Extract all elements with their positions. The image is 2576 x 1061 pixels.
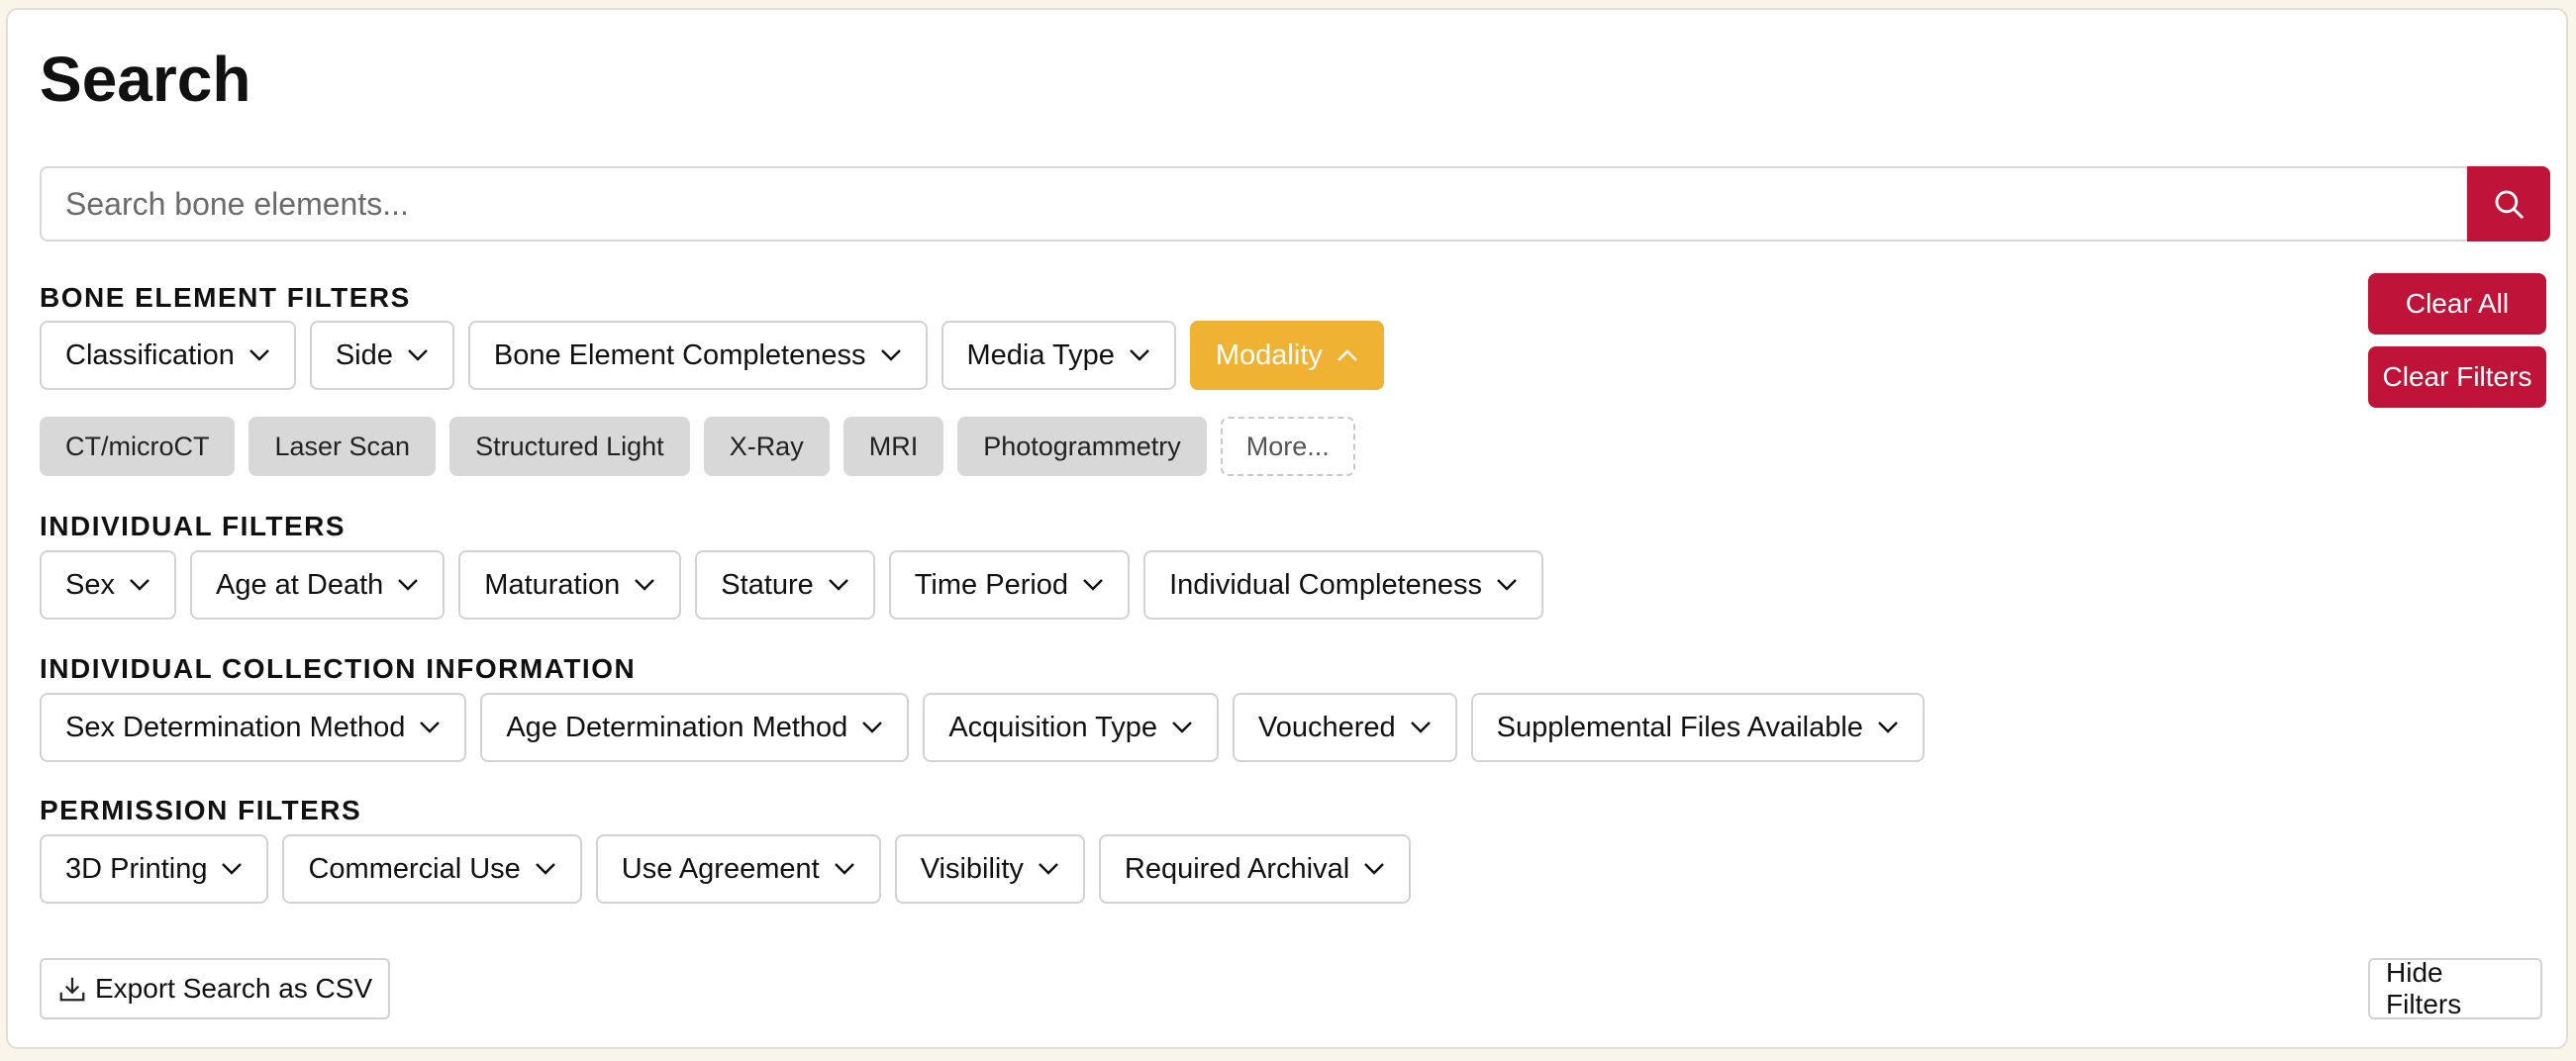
dropdown-label: Use Agreement xyxy=(621,852,820,885)
chevron-down-icon xyxy=(535,863,555,875)
dropdown-label: Age at Death xyxy=(215,568,384,601)
maturation-dropdown[interactable]: Maturation xyxy=(458,550,682,620)
vouchered-dropdown[interactable]: Vouchered xyxy=(1232,693,1457,762)
supplemental-files-dropdown[interactable]: Supplemental Files Available xyxy=(1470,693,1925,762)
use-agreement-dropdown[interactable]: Use Agreement xyxy=(595,834,881,904)
dropdown-label: Time Period xyxy=(914,568,1069,601)
clear-filters-button[interactable]: Clear Filters xyxy=(2368,346,2546,408)
modality-option-structured-light[interactable]: Structured Light xyxy=(449,417,690,476)
chevron-down-icon xyxy=(1410,722,1431,733)
chevron-down-icon xyxy=(1364,863,1385,875)
chevron-down-icon xyxy=(420,722,441,733)
sex-dropdown[interactable]: Sex xyxy=(40,550,176,620)
dropdown-label: Bone Element Completeness xyxy=(493,338,866,371)
dropdown-label: Visibility xyxy=(920,852,1024,885)
visibility-dropdown[interactable]: Visibility xyxy=(894,834,1085,904)
clear-all-button[interactable]: Clear All xyxy=(2368,273,2546,335)
search-input[interactable] xyxy=(40,166,2467,241)
modality-option-photogrammetry[interactable]: Photogrammetry xyxy=(957,417,1207,476)
dropdown-label: Maturation xyxy=(484,568,621,601)
chevron-down-icon xyxy=(130,579,149,591)
chevron-down-icon xyxy=(248,349,269,361)
3d-printing-dropdown[interactable]: 3D Printing xyxy=(40,834,269,904)
classification-dropdown[interactable]: Classification xyxy=(40,321,296,390)
dropdown-label: Media Type xyxy=(966,338,1115,371)
chevron-down-icon xyxy=(1497,579,1517,591)
modality-dropdown[interactable]: Modality xyxy=(1189,321,1384,390)
download-icon xyxy=(59,977,85,1002)
chevron-down-icon xyxy=(1083,579,1103,591)
acquisition-type-dropdown[interactable]: Acquisition Type xyxy=(923,693,1219,762)
media-type-dropdown[interactable]: Media Type xyxy=(941,321,1176,390)
chevron-down-icon xyxy=(1039,863,1058,875)
chevron-down-icon xyxy=(1878,722,1898,733)
modality-option-xray[interactable]: X-Ray xyxy=(703,417,830,476)
bone-filters-heading: BONE ELEMENT FILTERS xyxy=(40,282,411,313)
sex-determination-method-dropdown[interactable]: Sex Determination Method xyxy=(40,693,467,762)
time-period-dropdown[interactable]: Time Period xyxy=(888,550,1131,620)
chevron-down-icon xyxy=(635,579,655,591)
chevron-down-icon xyxy=(828,579,848,591)
hide-filters-button[interactable]: Hide Filters xyxy=(2368,957,2542,1019)
dropdown-label: Required Archival xyxy=(1124,852,1350,885)
chevron-down-icon xyxy=(408,349,428,361)
chevron-down-icon xyxy=(862,722,883,733)
individual-filters-heading: INDIVIDUAL FILTERS xyxy=(40,511,347,541)
dropdown-label: Sex Determination Method xyxy=(65,711,406,743)
chevron-up-icon xyxy=(1338,349,1357,361)
search-panel: Search Clear All Clear Filters BONE ELEM… xyxy=(6,8,2568,1049)
dropdown-label: Individual Completeness xyxy=(1169,568,1483,601)
search-bar xyxy=(40,166,2550,241)
dropdown-label: Vouchered xyxy=(1257,711,1396,743)
age-determination-method-dropdown[interactable]: Age Determination Method xyxy=(480,693,910,762)
individual-completeness-dropdown[interactable]: Individual Completeness xyxy=(1143,550,1544,620)
age-at-death-dropdown[interactable]: Age at Death xyxy=(189,550,446,620)
dropdown-label: Stature xyxy=(721,568,814,601)
stature-dropdown[interactable]: Stature xyxy=(695,550,875,620)
search-icon xyxy=(2495,190,2525,220)
modality-more-button[interactable]: More... xyxy=(1220,417,1355,476)
dropdown-label: Modality xyxy=(1215,338,1323,371)
collection-info-heading: INDIVIDUAL COLLECTION INFORMATION xyxy=(40,653,637,684)
dropdown-label: Supplemental Files Available xyxy=(1496,711,1863,743)
modality-option-laser-scan[interactable]: Laser Scan xyxy=(248,417,437,476)
chevron-down-icon xyxy=(880,349,901,361)
chevron-down-icon xyxy=(222,863,243,875)
modality-option-mri[interactable]: MRI xyxy=(842,417,944,476)
bone-element-completeness-dropdown[interactable]: Bone Element Completeness xyxy=(467,321,928,390)
dropdown-label: 3D Printing xyxy=(65,852,208,885)
commercial-use-dropdown[interactable]: Commercial Use xyxy=(282,834,582,904)
permission-filters-heading: PERMISSION FILTERS xyxy=(40,795,362,825)
chevron-down-icon xyxy=(1130,349,1149,361)
export-label: Export Search as CSV xyxy=(95,973,373,1004)
page-title: Search xyxy=(40,44,251,115)
dropdown-label: Side xyxy=(335,338,393,371)
chevron-down-icon xyxy=(398,579,419,591)
dropdown-label: Age Determination Method xyxy=(506,711,848,743)
dropdown-label: Classification xyxy=(65,338,235,371)
chevron-down-icon xyxy=(834,863,854,875)
dropdown-label: Sex xyxy=(65,568,115,601)
dropdown-label: Commercial Use xyxy=(308,852,521,885)
modality-option-ct[interactable]: CT/microCT xyxy=(40,417,236,476)
export-csv-button[interactable]: Export Search as CSV xyxy=(40,958,391,1019)
required-archival-dropdown[interactable]: Required Archival xyxy=(1098,834,1412,904)
chevron-down-icon xyxy=(1172,722,1192,733)
search-button[interactable] xyxy=(2467,166,2550,241)
dropdown-label: Acquisition Type xyxy=(948,711,1157,743)
side-dropdown[interactable]: Side xyxy=(309,321,454,390)
